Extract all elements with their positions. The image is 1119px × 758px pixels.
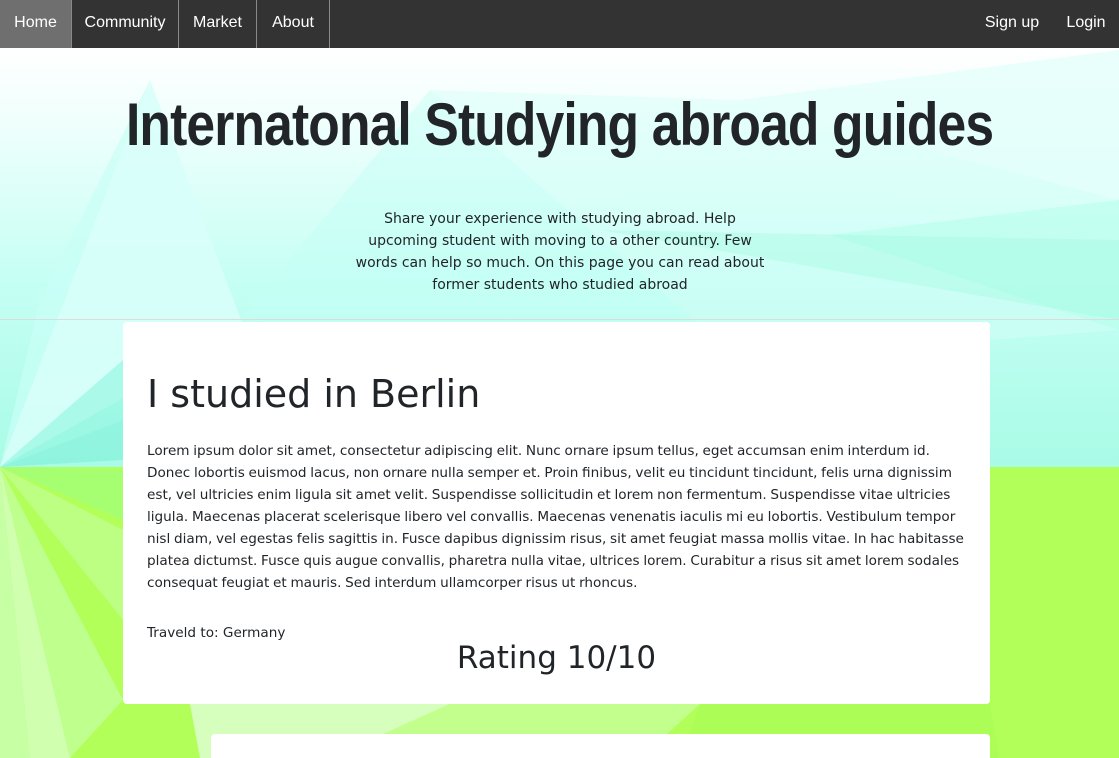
nav-sign-up[interactable]: Sign up <box>976 0 1048 48</box>
post-title: I studied in Berlin <box>147 372 481 416</box>
top-navbar: Home Community Market About Sign up Logi… <box>0 0 1119 48</box>
hero-divider <box>0 319 1119 320</box>
post-travel-destination: Traveld to: Germany <box>147 625 286 641</box>
nav-community[interactable]: Community <box>72 0 179 48</box>
page-title: Internatonal Studying abroad guides <box>125 91 994 158</box>
post-rating: Rating 10/10 <box>456 640 657 676</box>
nav-about[interactable]: About <box>257 0 330 48</box>
hero-description: Share your experience with studying abro… <box>355 211 765 293</box>
nav-home[interactable]: Home <box>0 0 72 48</box>
next-post-card <box>211 734 990 758</box>
nav-market[interactable]: Market <box>179 0 257 48</box>
nav-login[interactable]: Login <box>1056 0 1116 48</box>
post-card: I studied in Berlin Lorem ipsum dolor si… <box>123 322 990 704</box>
post-body: Lorem ipsum dolor sit amet, consectetur … <box>147 443 964 591</box>
